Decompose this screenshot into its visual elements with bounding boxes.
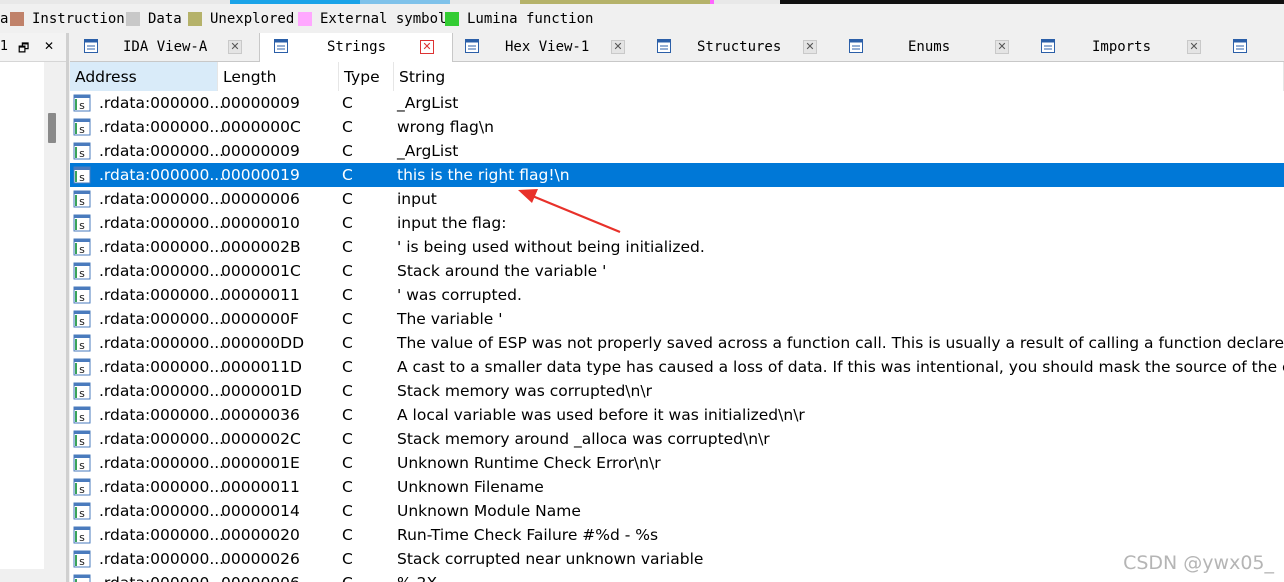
annotation-arrow-line (529, 193, 621, 234)
annotation-arrow (518, 189, 621, 234)
watermark: CSDN @ywx05_ (1123, 552, 1274, 574)
annotation-arrow-head (518, 189, 538, 203)
